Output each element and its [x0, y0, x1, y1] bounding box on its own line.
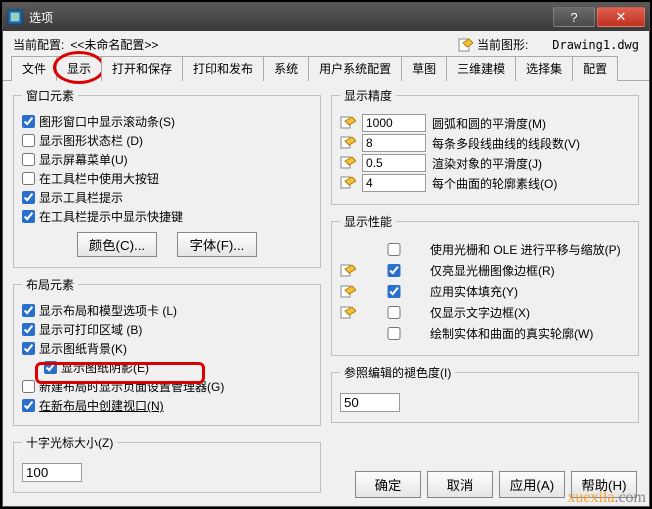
ok-button[interactable]: 确定 — [355, 471, 421, 498]
group-crosshair-title: 十字光标大小(Z) — [22, 434, 117, 451]
group-display-performance-title: 显示性能 — [340, 213, 396, 230]
render-smooth-input[interactable] — [362, 154, 426, 172]
segments-input[interactable] — [362, 134, 426, 152]
contour-input[interactable] — [362, 174, 426, 192]
chk-screenmenu-box[interactable] — [22, 153, 35, 166]
chk-bigbuttons-box[interactable] — [22, 172, 35, 185]
render-smooth-label: 渲染对象的平滑度(J) — [432, 155, 630, 172]
segments-label: 每条多段线曲线的线段数(V) — [432, 135, 630, 152]
chk-page-setup-mgr[interactable]: 新建布局时显示页面设置管理器(G) — [22, 377, 312, 396]
tab-draft[interactable]: 草图 — [401, 56, 447, 81]
tab-select[interactable]: 选择集 — [515, 56, 573, 81]
crosshair-value[interactable] — [22, 463, 82, 482]
chk-solid-fill[interactable]: 应用实体填充(Y) — [362, 282, 518, 301]
drawing-icon — [340, 135, 356, 151]
drawing-icon — [457, 37, 473, 53]
window-title: 选项 — [29, 9, 551, 26]
chk-bigbuttons[interactable]: 在工具栏中使用大按钮 — [22, 169, 312, 188]
current-config-value: <<未命名配置>> — [70, 36, 453, 53]
colors-button[interactable]: 颜色(C)... — [77, 232, 157, 257]
dialog-footer: 确定 取消 应用(A) 帮助(H) — [355, 471, 637, 498]
tab-file[interactable]: 文件 — [11, 56, 57, 81]
app-icon — [7, 9, 23, 25]
tab-display[interactable]: 显示 — [56, 56, 102, 81]
group-crosshair: 十字光标大小(Z) — [13, 434, 321, 493]
tab-profile[interactable]: 配置 — [572, 56, 618, 81]
chk-paper-shadow-box[interactable] — [44, 361, 57, 374]
arc-smooth-input[interactable] — [362, 114, 426, 132]
chk-true-sil[interactable]: 绘制实体和曲面的真实轮廓(W) — [362, 324, 593, 343]
current-config-label: 当前配置: — [13, 36, 64, 53]
chk-shortcuts-box[interactable] — [22, 210, 35, 223]
titlebar: 选项 ? ✕ — [3, 3, 649, 31]
group-window-elements-title: 窗口元素 — [22, 87, 78, 104]
help-button[interactable]: ? — [553, 7, 595, 27]
arc-smooth-label: 圆弧和圆的平滑度(M) — [432, 115, 630, 132]
drawing-icon — [340, 175, 356, 191]
chk-shortcuts[interactable]: 在工具栏提示中显示快捷键 — [22, 207, 312, 226]
group-display-performance: 显示性能 使用光栅和 OLE 进行平移与缩放(P) 仅亮显光栅图像边框(R) 应… — [331, 213, 639, 356]
chk-tooltips-box[interactable] — [22, 191, 35, 204]
cancel-button[interactable]: 取消 — [427, 471, 493, 498]
chk-text-frame-box[interactable] — [362, 306, 426, 319]
tab-bar: 文件 显示 打开和保存 打印和发布 系统 用户系统配置 草图 三维建模 选择集 … — [3, 55, 649, 81]
drawing-icon — [340, 284, 356, 300]
chk-paper-bg-box[interactable] — [22, 342, 35, 355]
chk-paper-bg[interactable]: 显示图纸背景(K) — [22, 339, 312, 358]
group-display-precision: 显示精度 圆弧和圆的平滑度(M) 每条多段线曲线的线段数(V) 渲染对象的平滑度… — [331, 87, 639, 205]
chk-paper-shadow[interactable]: 显示图纸阴影(E) — [44, 358, 312, 377]
tab-open-save[interactable]: 打开和保存 — [101, 56, 183, 81]
group-window-elements: 窗口元素 图形窗口中显示滚动条(S) 显示图形状态栏 (D) 显示屏幕菜单(U)… — [13, 87, 321, 268]
chk-printable[interactable]: 显示可打印区域 (B) — [22, 320, 312, 339]
drawing-icon — [340, 115, 356, 131]
tab-system[interactable]: 系统 — [263, 56, 309, 81]
chk-layout-tabs[interactable]: 显示布局和模型选项卡 (L) — [22, 301, 312, 320]
chk-panzoom-box[interactable] — [362, 243, 426, 256]
chk-new-viewport-box[interactable] — [22, 399, 35, 412]
drawing-icon — [340, 155, 356, 171]
options-dialog: 选项 ? ✕ 当前配置: <<未命名配置>> 当前图形: Drawing1.dw… — [2, 2, 650, 507]
chk-panzoom[interactable]: 使用光栅和 OLE 进行平移与缩放(P) — [362, 240, 621, 259]
group-layout-elements: 布局元素 显示布局和模型选项卡 (L) 显示可打印区域 (B) 显示图纸背景(K… — [13, 276, 321, 426]
chk-statusbar[interactable]: 显示图形状态栏 (D) — [22, 131, 312, 150]
chk-scrollbars-box[interactable] — [22, 115, 35, 128]
tab-3d[interactable]: 三维建模 — [446, 56, 516, 81]
chk-page-setup-mgr-box[interactable] — [22, 380, 35, 393]
chk-tooltips[interactable]: 显示工具栏提示 — [22, 188, 312, 207]
chk-new-viewport[interactable]: 在新布局中创建视口(N) — [22, 396, 312, 415]
chk-layout-tabs-box[interactable] — [22, 304, 35, 317]
fonts-button[interactable]: 字体(F)... — [177, 232, 257, 257]
group-layout-elements-title: 布局元素 — [22, 276, 78, 293]
tab-user-pref[interactable]: 用户系统配置 — [308, 56, 402, 81]
tab-print-publish[interactable]: 打印和发布 — [182, 56, 264, 81]
chk-solid-fill-box[interactable] — [362, 285, 426, 298]
drawing-icon — [340, 263, 356, 279]
current-drawing-value: Drawing1.dwg — [552, 38, 639, 52]
chk-raster-frame-box[interactable] — [362, 264, 426, 277]
close-button[interactable]: ✕ — [597, 7, 645, 27]
apply-button[interactable]: 应用(A) — [499, 471, 565, 498]
chk-true-sil-box[interactable] — [362, 327, 426, 340]
drawing-icon — [340, 305, 356, 321]
group-display-precision-title: 显示精度 — [340, 87, 396, 104]
ref-fade-value[interactable] — [340, 393, 400, 412]
contour-label: 每个曲面的轮廓素线(O) — [432, 175, 630, 192]
current-drawing-label: 当前图形: — [477, 36, 528, 53]
chk-printable-box[interactable] — [22, 323, 35, 336]
config-row: 当前配置: <<未命名配置>> 当前图形: Drawing1.dwg — [3, 31, 649, 55]
group-ref-fade-title: 参照编辑的褪色度(I) — [340, 364, 455, 381]
chk-text-frame[interactable]: 仅显示文字边框(X) — [362, 303, 530, 322]
chk-screenmenu[interactable]: 显示屏幕菜单(U) — [22, 150, 312, 169]
group-ref-fade: 参照编辑的褪色度(I) — [331, 364, 639, 423]
chk-raster-frame[interactable]: 仅亮显光栅图像边框(R) — [362, 261, 555, 280]
chk-scrollbars[interactable]: 图形窗口中显示滚动条(S) — [22, 112, 312, 131]
chk-statusbar-box[interactable] — [22, 134, 35, 147]
help-button-footer[interactable]: 帮助(H) — [571, 471, 637, 498]
